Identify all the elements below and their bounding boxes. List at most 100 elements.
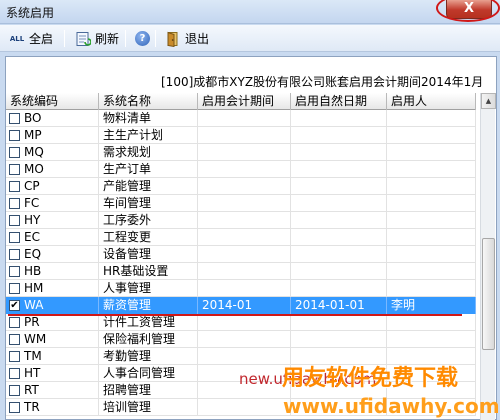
row-period — [198, 212, 291, 229]
row-user — [387, 280, 476, 297]
row-date — [291, 110, 387, 127]
enable-checkbox[interactable] — [9, 198, 20, 209]
exit-label: 退出 — [185, 32, 210, 46]
table-row[interactable]: WM 保险福利管理 — [6, 331, 476, 348]
row-code-text: HB — [24, 264, 42, 278]
table-row[interactable]: PR 计件工资管理 — [6, 314, 476, 331]
scroll-thumb[interactable] — [482, 238, 495, 350]
row-code: TM — [6, 348, 99, 365]
table-row[interactable]: ✔ WA 薪资管理 2014-01 2014-01-01 李明 — [6, 297, 476, 314]
enable-checkbox[interactable] — [9, 385, 20, 396]
row-code: HT — [6, 365, 99, 382]
help-button[interactable]: ? — [132, 28, 153, 49]
row-code: TR — [6, 399, 99, 416]
enable-checkbox[interactable] — [9, 402, 20, 413]
refresh-button[interactable]: 刷新 — [72, 28, 122, 49]
column-header-period[interactable]: 启用会计期间 — [198, 93, 291, 110]
window-title: 系统启用 — [6, 6, 55, 20]
row-code-text: RT — [24, 383, 39, 397]
exit-button[interactable]: 退出 — [162, 28, 212, 49]
column-header-user[interactable]: 启用人 — [387, 93, 476, 110]
table-row[interactable]: MO 生产订单 — [6, 161, 476, 178]
title-bar: 系统启用 X — [0, 0, 500, 24]
table-row[interactable]: MQ 需求规划 — [6, 144, 476, 161]
table-row[interactable]: EQ 设备管理 — [6, 246, 476, 263]
row-date — [291, 178, 387, 195]
refresh-label: 刷新 — [95, 32, 120, 46]
select-all-button[interactable]: ALL 全启 — [6, 28, 56, 49]
row-code: ✔ WA — [6, 297, 99, 314]
enable-checkbox[interactable] — [9, 215, 20, 226]
table-row[interactable]: HB HR基础设置 — [6, 263, 476, 280]
toolbar-separator — [64, 30, 65, 47]
row-period — [198, 399, 291, 416]
row-code-text: FC — [24, 196, 40, 210]
table-row[interactable]: HY 工序委外 — [6, 212, 476, 229]
row-code-text: PR — [24, 315, 40, 329]
scroll-up-icon[interactable]: ▲ — [481, 93, 496, 109]
help-icon: ? — [135, 31, 150, 46]
row-period: 2014-01 — [198, 297, 291, 314]
table-row[interactable]: HM 人事管理 — [6, 280, 476, 297]
row-code-text: MP — [24, 128, 42, 142]
column-header-code[interactable]: 系统编码 — [6, 93, 99, 110]
row-name: 工序委外 — [99, 212, 198, 229]
enable-checkbox[interactable] — [9, 130, 20, 141]
row-code-text: EC — [24, 230, 40, 244]
row-name: 主生产计划 — [99, 127, 198, 144]
select-all-label: 全启 — [29, 32, 54, 46]
row-code: CP — [6, 178, 99, 195]
enable-checkbox[interactable] — [9, 317, 20, 328]
enable-checkbox[interactable] — [9, 249, 20, 260]
row-user — [387, 178, 476, 195]
row-code: MQ — [6, 144, 99, 161]
enable-checkbox[interactable] — [9, 181, 20, 192]
row-name: 需求规划 — [99, 144, 198, 161]
row-user — [387, 127, 476, 144]
row-code-text: EQ — [24, 247, 42, 261]
row-user: 李明 — [387, 297, 476, 314]
row-user — [387, 161, 476, 178]
refresh-icon — [76, 31, 91, 46]
enable-checkbox[interactable] — [9, 113, 20, 124]
enable-checkbox[interactable] — [9, 334, 20, 345]
watermark-url-2: www.ufidawhy.com — [283, 394, 500, 418]
row-code: EQ — [6, 246, 99, 263]
column-header-date[interactable]: 启用自然日期 — [291, 93, 387, 110]
column-header-name[interactable]: 系统名称 — [99, 93, 198, 110]
enable-checkbox[interactable] — [9, 147, 20, 158]
enable-checkbox[interactable] — [9, 283, 20, 294]
row-code: BO — [6, 110, 99, 127]
row-user — [387, 110, 476, 127]
enable-checkbox[interactable]: ✔ — [9, 300, 20, 311]
row-code: RT — [6, 382, 99, 399]
row-name: 人事管理 — [99, 280, 198, 297]
row-name: 物料清单 — [99, 110, 198, 127]
toolbar: ALL 全启 刷新 ? 退出 — [0, 25, 500, 52]
row-name: 考勤管理 — [99, 348, 198, 365]
table-row[interactable]: FC 车间管理 — [6, 195, 476, 212]
row-code: HM — [6, 280, 99, 297]
table-row[interactable]: BO 物料清单 — [6, 110, 476, 127]
row-period — [198, 110, 291, 127]
enable-checkbox[interactable] — [9, 232, 20, 243]
row-date — [291, 331, 387, 348]
vertical-scrollbar[interactable]: ▲ — [480, 93, 496, 420]
enable-checkbox[interactable] — [9, 368, 20, 379]
row-period — [198, 144, 291, 161]
table-row[interactable]: CP 产能管理 — [6, 178, 476, 195]
exit-door-icon — [167, 31, 178, 47]
close-button-highlight-circle — [436, 0, 500, 22]
row-date — [291, 212, 387, 229]
enable-checkbox[interactable] — [9, 351, 20, 362]
row-code-text: WA — [24, 298, 44, 312]
table-row[interactable]: EC 工程变更 — [6, 229, 476, 246]
enable-checkbox[interactable] — [9, 164, 20, 175]
row-code-text: TR — [24, 400, 40, 414]
toolbar-separator — [155, 30, 156, 47]
row-code-text: HT — [24, 366, 41, 380]
row-name: 培训管理 — [99, 399, 198, 416]
table-row[interactable]: MP 主生产计划 — [6, 127, 476, 144]
enable-checkbox[interactable] — [9, 266, 20, 277]
row-name: HR基础设置 — [99, 263, 198, 280]
